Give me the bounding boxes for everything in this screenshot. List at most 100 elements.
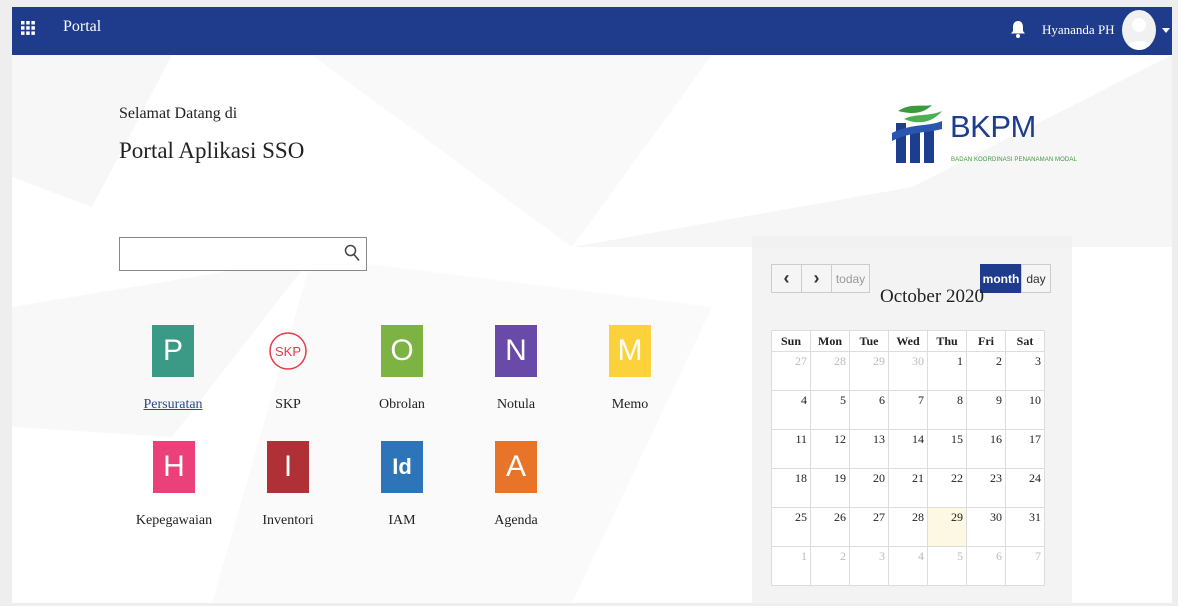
bell-icon[interactable] (1010, 20, 1026, 38)
app-obrolan[interactable]: O Obrolan (347, 325, 457, 413)
calendar-day-cell[interactable]: 3 (1005, 351, 1045, 391)
calendar-day-cell[interactable]: 24 (1005, 468, 1045, 508)
username[interactable]: Hyananda PH (1042, 22, 1115, 38)
calendar-day-cell[interactable]: 25 (771, 507, 811, 547)
calendar-month-button[interactable]: month (980, 264, 1022, 293)
user-menu-caret-icon[interactable] (1162, 28, 1170, 33)
chevron-left-icon: ‹ (783, 268, 790, 288)
app-label[interactable]: Persuratan (118, 397, 228, 413)
obrolan-icon[interactable]: O (381, 325, 423, 377)
chevron-right-icon: › (813, 268, 820, 288)
calendar-day-cell[interactable]: 11 (771, 429, 811, 469)
calendar-day-cell[interactable]: 27 (771, 351, 811, 391)
calendar-day-cell[interactable]: 12 (810, 429, 850, 469)
agenda-icon[interactable]: A (495, 441, 537, 493)
weekday-header: Fri (966, 330, 1006, 352)
app-label[interactable]: Notula (461, 397, 571, 413)
app-tile-letter: O (390, 334, 414, 367)
calendar-day-cell[interactable]: 5 (927, 546, 967, 586)
calendar-today-cell[interactable]: 29 (927, 507, 967, 547)
calendar-day-cell[interactable]: 17 (1005, 429, 1045, 469)
logo-text: BKPM (950, 109, 1036, 144)
calendar-day-cell[interactable]: 30 (966, 507, 1006, 547)
calendar-day-button[interactable]: day (1021, 264, 1051, 293)
calendar-day-cell[interactable]: 31 (1005, 507, 1045, 547)
app-tile-letter: N (505, 334, 527, 367)
calendar-week-row: 18 19 20 21 22 23 24 (771, 468, 1045, 508)
app-label[interactable]: Obrolan (347, 397, 457, 413)
apps-grid-icon[interactable] (21, 21, 35, 35)
calendar-day-cell[interactable]: 22 (927, 468, 967, 508)
app-label[interactable]: Inventori (233, 513, 343, 529)
search-icon[interactable] (344, 244, 360, 262)
calendar-day-cell[interactable]: 1 (927, 351, 967, 391)
bkpm-logo: BKPM BADAN KOORDINASI PENANAMAN MODAL (892, 103, 1077, 169)
app-tile-letter: H (163, 450, 185, 483)
brand-link[interactable]: Portal (63, 18, 101, 36)
calendar-day-cell[interactable]: 8 (927, 390, 967, 430)
search-input[interactable] (124, 242, 338, 268)
app-memo[interactable]: M Memo (575, 325, 685, 413)
app-agenda[interactable]: A Agenda (461, 441, 571, 529)
calendar-day-cell[interactable]: 14 (888, 429, 928, 469)
welcome-text: Selamat Datang di (119, 105, 238, 122)
calendar-week-row: 1 2 3 4 5 6 7 (771, 546, 1045, 586)
persuratan-icon[interactable]: P (152, 325, 194, 377)
calendar-day-cell[interactable]: 4 (771, 390, 811, 430)
calendar-day-cell[interactable]: 16 (966, 429, 1006, 469)
app-label[interactable]: Memo (575, 397, 685, 413)
calendar-next-button[interactable]: › (801, 264, 832, 293)
calendar-day-cell[interactable]: 4 (888, 546, 928, 586)
calendar-day-cell[interactable]: 29 (849, 351, 889, 391)
calendar-day-cell[interactable]: 30 (888, 351, 928, 391)
app-label[interactable]: Agenda (461, 513, 571, 529)
app-tile-letter: A (505, 450, 526, 483)
calendar-day-cell[interactable]: 7 (888, 390, 928, 430)
calendar-week-row: 27 28 29 30 1 2 3 (771, 351, 1045, 391)
calendar-day-cell[interactable]: 13 (849, 429, 889, 469)
calendar-week-row: 11 12 13 14 15 16 17 (771, 429, 1045, 469)
calendar-day-cell[interactable]: 28 (888, 507, 928, 547)
calendar-day-cell[interactable]: 6 (849, 390, 889, 430)
calendar-day-cell[interactable]: 9 (966, 390, 1006, 430)
calendar-day-cell[interactable]: 15 (927, 429, 967, 469)
app-persuratan[interactable]: P Persuratan (118, 325, 228, 413)
calendar-day-cell[interactable]: 6 (966, 546, 1006, 586)
iam-icon[interactable]: Id (381, 441, 423, 493)
calendar-prev-button[interactable]: ‹ (771, 264, 802, 293)
weekday-header: Tue (849, 330, 889, 352)
skp-icon[interactable]: SKP (267, 325, 309, 377)
memo-icon[interactable]: M (609, 325, 651, 377)
inventori-icon[interactable]: I (267, 441, 309, 493)
calendar-day-cell[interactable]: 3 (849, 546, 889, 586)
calendar-day-cell[interactable]: 5 (810, 390, 850, 430)
calendar-day-cell[interactable]: 26 (810, 507, 850, 547)
calendar-day-cell[interactable]: 1 (771, 546, 811, 586)
app-notula[interactable]: N Notula (461, 325, 571, 413)
app-kepegawaian[interactable]: H Kepegawaian (119, 441, 229, 529)
app-inventori[interactable]: I Inventori (233, 441, 343, 529)
app-iam[interactable]: Id IAM (347, 441, 457, 529)
avatar[interactable] (1122, 10, 1156, 50)
calendar-day-cell[interactable]: 2 (810, 546, 850, 586)
app-label[interactable]: SKP (233, 397, 343, 413)
calendar-day-cell[interactable]: 28 (810, 351, 850, 391)
calendar-day-cell[interactable]: 19 (810, 468, 850, 508)
app-tile-letter: Id (392, 454, 412, 479)
app-label[interactable]: IAM (347, 513, 457, 529)
calendar-day-cell[interactable]: 2 (966, 351, 1006, 391)
app-skp[interactable]: SKP SKP (233, 325, 343, 413)
calendar-day-cell[interactable]: 10 (1005, 390, 1045, 430)
notula-icon[interactable]: N (495, 325, 537, 377)
app-tile-letter: I (283, 450, 293, 483)
calendar-day-cell[interactable]: 21 (888, 468, 928, 508)
app-label[interactable]: Kepegawaian (119, 513, 229, 529)
kepegawaian-icon[interactable]: H (153, 441, 195, 493)
calendar-day-cell[interactable]: 20 (849, 468, 889, 508)
calendar-day-cell[interactable]: 23 (966, 468, 1006, 508)
calendar-week-row: 25 26 27 28 29 30 31 (771, 507, 1045, 547)
calendar-today-button[interactable]: today (831, 264, 870, 293)
calendar-day-cell[interactable]: 7 (1005, 546, 1045, 586)
calendar-day-cell[interactable]: 18 (771, 468, 811, 508)
calendar-day-cell[interactable]: 27 (849, 507, 889, 547)
